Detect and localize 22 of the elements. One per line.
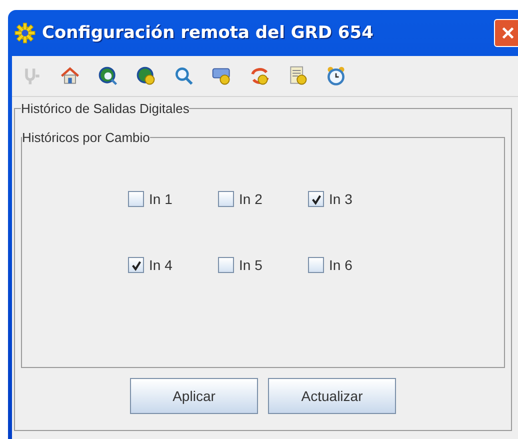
checkbox[interactable] bbox=[218, 257, 234, 273]
group-title: Históricos por Cambio bbox=[22, 130, 150, 145]
checkbox[interactable] bbox=[128, 191, 144, 207]
checkbox-label: In 3 bbox=[329, 191, 352, 207]
check-icon bbox=[310, 194, 322, 204]
checkbox[interactable] bbox=[218, 191, 234, 207]
checkbox-label: In 4 bbox=[149, 257, 172, 273]
checkbox[interactable] bbox=[308, 191, 324, 207]
panel-title: Histórico de Salidas Digitales bbox=[21, 101, 190, 116]
checkbox-label: In 6 bbox=[329, 257, 352, 273]
close-icon bbox=[500, 25, 516, 41]
refresh-button[interactable]: Actualizar bbox=[268, 378, 396, 414]
checkbox-label: In 2 bbox=[239, 191, 262, 207]
close-button[interactable] bbox=[494, 19, 518, 47]
checkbox[interactable] bbox=[128, 257, 144, 273]
apply-button[interactable]: Aplicar bbox=[130, 378, 258, 414]
window-title: Configuración remota del GRD 654 bbox=[42, 23, 374, 43]
checkbox[interactable] bbox=[308, 257, 324, 273]
toolbar-globe-search-icon[interactable] bbox=[96, 64, 120, 88]
checkbox-label: In 1 bbox=[149, 191, 172, 207]
check-icon bbox=[130, 260, 142, 270]
checkbox-label: In 5 bbox=[239, 257, 262, 273]
